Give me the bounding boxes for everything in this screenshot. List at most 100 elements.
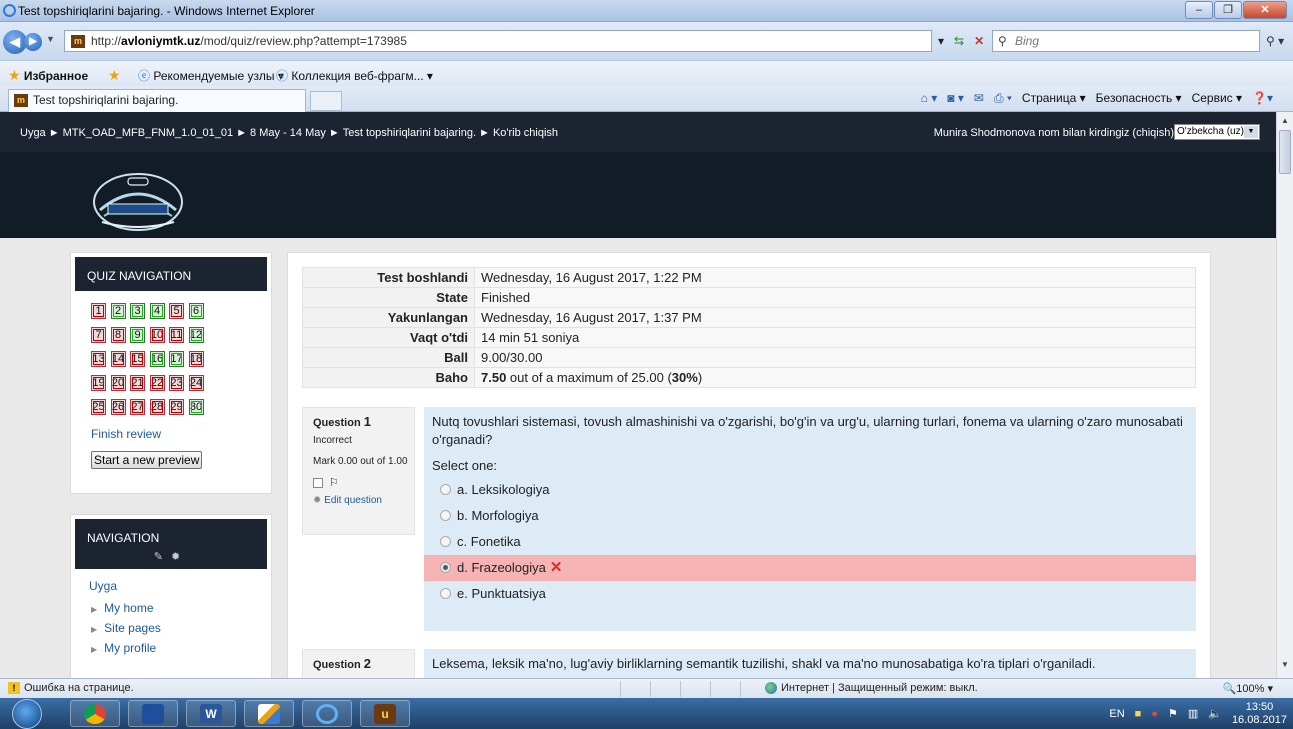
question-nav-button-29[interactable]: 29 — [169, 399, 184, 415]
question-nav-button-21[interactable]: 21 — [130, 375, 145, 391]
answer-option[interactable]: e. Punktuatsiya — [432, 581, 1188, 607]
answer-option[interactable]: c. Fonetika — [432, 529, 1188, 555]
question-nav-button-9[interactable]: 9 — [130, 327, 145, 343]
question-nav-button-18[interactable]: 18 — [188, 351, 204, 367]
login-info[interactable]: Munira Shodmonova nom bilan kirdingiz (c… — [934, 127, 1174, 139]
question-nav-button-2[interactable]: 2 — [110, 303, 126, 319]
tray-app-icon[interactable]: ■ — [1135, 708, 1142, 720]
taskbar-word[interactable]: W — [186, 700, 236, 727]
tray-update-icon[interactable]: ● — [1151, 708, 1158, 720]
close-button[interactable]: ✕ — [1243, 1, 1287, 19]
question-nav-button-10[interactable]: 10 — [149, 327, 165, 343]
question-nav-button-7[interactable]: 7 — [91, 327, 106, 343]
help-icon[interactable]: ❓▾ — [1252, 91, 1273, 106]
question-nav-button-6[interactable]: 6 — [188, 303, 204, 319]
question-nav-button-28[interactable]: 28 — [149, 399, 165, 415]
fav-recommended-sites[interactable]: ⓔ Рекомендуемые узлы ▾ — [138, 67, 284, 84]
college-logo[interactable] — [90, 170, 186, 232]
answer-option[interactable]: a. Leksikologiya — [432, 477, 1188, 503]
scroll-up-icon[interactable]: ▲ — [1281, 116, 1289, 125]
print-icon[interactable]: ⎙ ▾ — [994, 91, 1012, 106]
radio-button[interactable] — [440, 510, 451, 522]
nav-item-site-pages[interactable]: Site pages — [89, 621, 271, 635]
question-nav-button-20[interactable]: 20 — [110, 375, 126, 391]
question-nav-button-1[interactable]: 1 — [91, 303, 106, 319]
question-nav-button-26[interactable]: 26 — [110, 399, 126, 415]
fav-web-slices[interactable]: ⓔ Коллекция веб-фрагм... ▾ — [276, 67, 433, 84]
new-tab-button[interactable] — [310, 91, 342, 111]
mail-icon[interactable]: ✉ — [974, 91, 984, 106]
question-nav-button-23[interactable]: 23 — [169, 375, 184, 391]
radio-button[interactable] — [440, 536, 451, 548]
favorites-button[interactable]: ★ Избранное — [8, 67, 88, 84]
question-nav-button-14[interactable]: 14 — [110, 351, 126, 367]
search-input[interactable]: ⚲ Bing — [992, 30, 1260, 52]
history-dropdown-icon[interactable]: ▼ — [46, 34, 55, 44]
question-nav-button-11[interactable]: 11 — [169, 327, 184, 343]
nav-item-my-profile[interactable]: My profile — [89, 641, 271, 655]
question-nav-button-8[interactable]: 8 — [110, 327, 126, 343]
question-nav-button-5[interactable]: 5 — [169, 303, 184, 319]
question-nav-button-30[interactable]: 30 — [188, 399, 204, 415]
radio-button[interactable] — [440, 562, 451, 574]
radio-button[interactable] — [440, 484, 451, 496]
breadcrumb-item[interactable]: Uyga — [20, 127, 46, 139]
address-dropdown-icon[interactable]: ▾ — [935, 31, 947, 51]
question-nav-button-12[interactable]: 12 — [188, 327, 204, 343]
question-nav-button-4[interactable]: 4 — [149, 303, 165, 319]
radio-button[interactable] — [440, 588, 451, 600]
answer-option[interactable]: b. Morfologiya — [432, 503, 1188, 529]
breadcrumb-item[interactable]: 8 May - 14 May — [250, 127, 326, 139]
stop-icon[interactable]: ✕ — [971, 31, 987, 51]
scroll-down-icon[interactable]: ▼ — [1281, 660, 1289, 669]
question-nav-button-27[interactable]: 27 — [130, 399, 145, 415]
clock[interactable]: 13:50 16.08.2017 — [1232, 701, 1287, 727]
flag-checkbox[interactable] — [313, 478, 323, 489]
question-nav-button-24[interactable]: 24 — [188, 375, 204, 391]
network-icon[interactable]: ▥ — [1188, 707, 1198, 720]
add-favorite-icon[interactable]: ★ — [108, 67, 121, 84]
refresh-icon[interactable]: ⇆ — [951, 31, 967, 51]
question-nav-button-17[interactable]: 17 — [169, 351, 184, 367]
page-menu[interactable]: Страница ▾ — [1022, 91, 1086, 106]
start-new-preview-button[interactable]: Start a new preview — [91, 451, 203, 469]
gear-icon[interactable]: ✹ — [171, 551, 188, 563]
feeds-icon[interactable]: ◙ ▾ — [947, 91, 964, 106]
question-nav-button-3[interactable]: 3 — [130, 303, 145, 319]
question-nav-button-19[interactable]: 19 — [91, 375, 106, 391]
volume-icon[interactable]: 🔈 — [1208, 707, 1222, 720]
search-go-icon[interactable]: ⚲ ▾ — [1266, 34, 1284, 48]
language-select[interactable]: O'zbekcha (uz) ▼ — [1174, 124, 1260, 140]
nav-item-my-home[interactable]: My home — [89, 601, 271, 615]
vertical-scrollbar[interactable]: ▲ ▼ — [1276, 112, 1293, 678]
question-nav-button-13[interactable]: 13 — [91, 351, 106, 367]
address-input[interactable]: m http://avloniymtk.uz/mod/quiz/review.p… — [64, 30, 932, 52]
taskbar-paint[interactable] — [244, 700, 294, 727]
breadcrumb-item[interactable]: Test topshiriqlarini bajaring. — [343, 127, 476, 139]
edit-question-link[interactable]: ✹ Edit question — [313, 495, 414, 506]
question-nav-button-22[interactable]: 22 — [149, 375, 165, 391]
forward-button[interactable]: ▶ — [24, 33, 42, 51]
taskbar-chrome[interactable] — [70, 700, 120, 727]
security-menu[interactable]: Безопасность ▾ — [1096, 91, 1182, 106]
question-nav-button-16[interactable]: 16 — [149, 351, 165, 367]
nav-home-link[interactable]: Uyga — [89, 579, 271, 593]
answer-option[interactable]: d. Frazeologiya ✕ — [424, 555, 1196, 581]
security-zone[interactable]: Интернет | Защищенный режим: выкл. — [765, 682, 978, 695]
taskbar-save-app[interactable] — [128, 700, 178, 727]
input-language[interactable]: EN — [1109, 708, 1124, 720]
zoom-level[interactable]: 🔍100% ▾ — [1223, 682, 1273, 695]
breadcrumb-item[interactable]: MTK_OAD_MFB_FNM_1.0_01_01 — [63, 127, 234, 139]
taskbar-app[interactable]: u — [360, 700, 410, 727]
question-nav-button-15[interactable]: 15 — [130, 351, 145, 367]
page-error-status[interactable]: ! Ошибка на странице. — [8, 682, 134, 694]
service-menu[interactable]: Сервис ▾ — [1192, 91, 1242, 106]
home-icon[interactable]: ⌂ ▾ — [921, 91, 938, 106]
flag-icon[interactable]: ⚐ — [329, 477, 339, 489]
edit-icon[interactable]: ✎ — [154, 551, 171, 563]
maximize-button[interactable]: ❐ — [1214, 1, 1242, 19]
taskbar-internet-explorer[interactable] — [302, 700, 352, 727]
tab-quiz[interactable]: m Test topshiriqlarini bajaring. — [8, 89, 306, 112]
start-button[interactable] — [12, 699, 42, 729]
scroll-thumb[interactable] — [1279, 130, 1291, 174]
